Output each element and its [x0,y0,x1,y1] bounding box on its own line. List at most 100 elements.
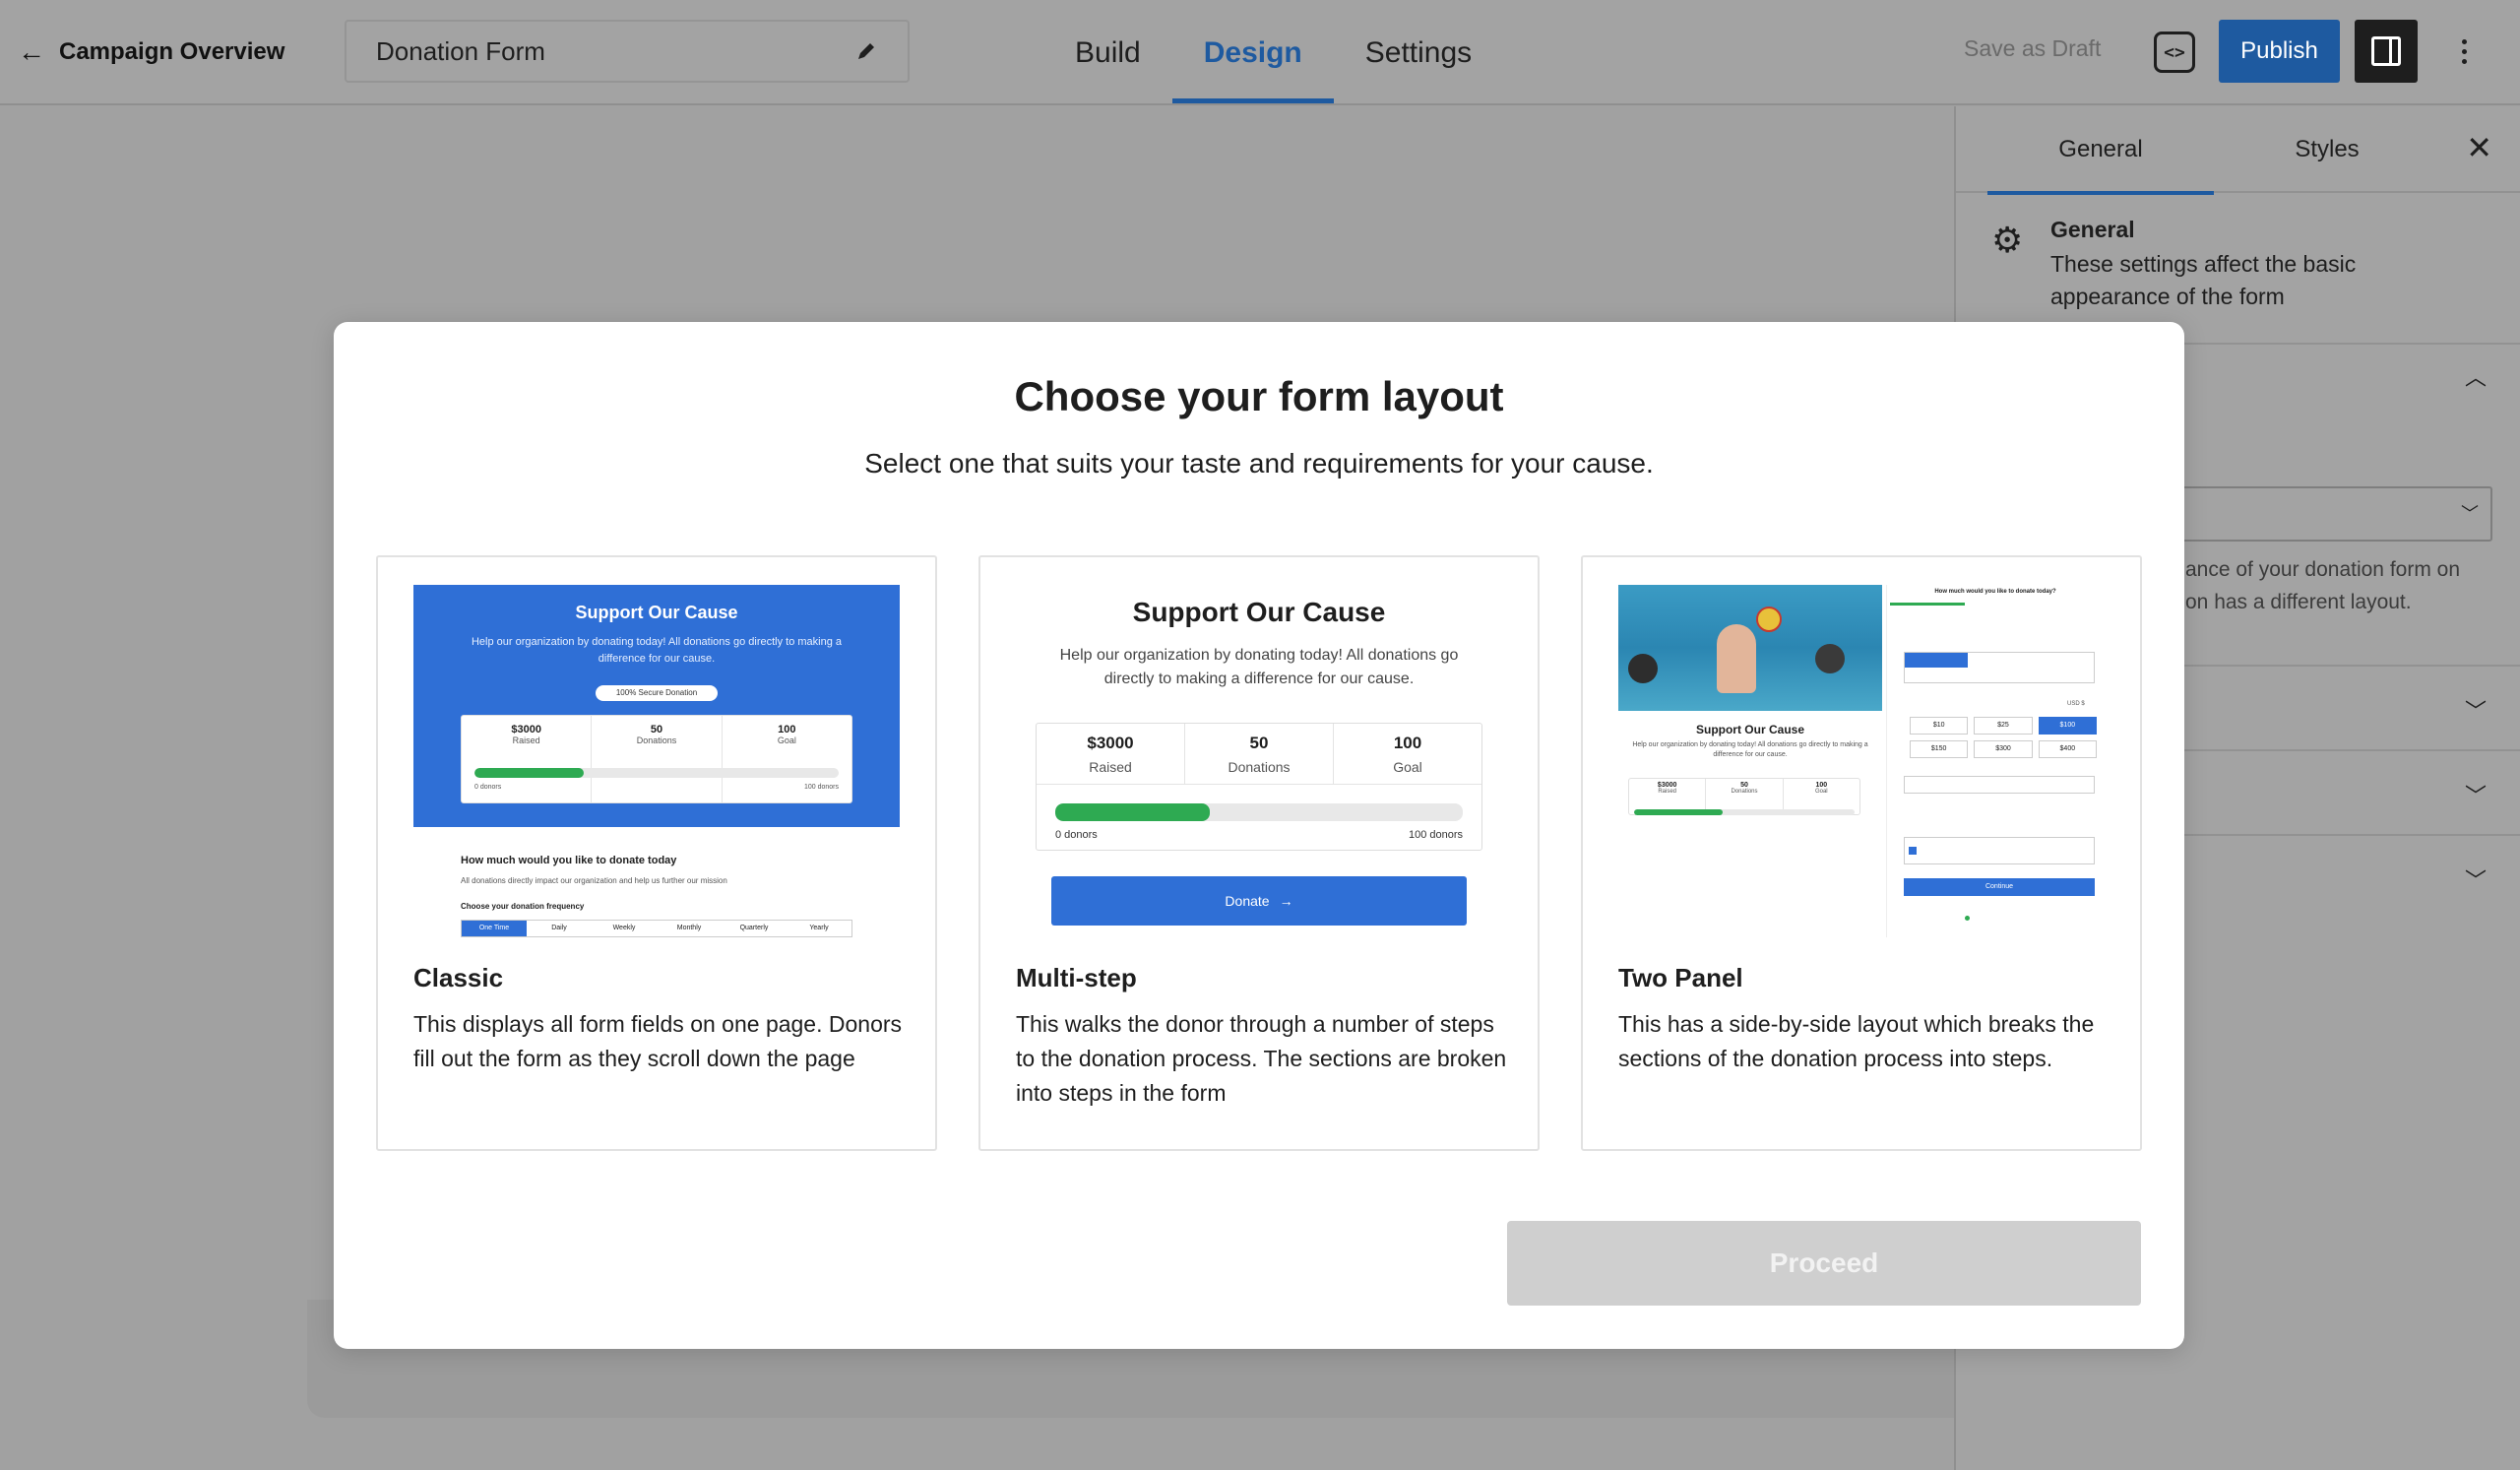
back-to-campaign-link[interactable]: ← Campaign Overview [18,33,284,71]
freq-option: Daily [551,925,567,931]
sidebar-tab-general-label: General [2058,136,2143,162]
modal-subtitle: Select one that suits your taste and req… [864,448,1654,479]
preview-donate-button: Donate → [1051,876,1467,926]
stat-value: 100 [1815,782,1828,789]
stat-value: $3000 [1657,782,1677,789]
stat-value: 100 [1393,734,1422,752]
chevron-down-icon: ﹀ [2461,504,2479,524]
pencil-icon[interactable] [854,39,878,63]
preview-freq-options: One Time Daily Weekly Monthly Quarterly … [461,920,852,937]
sidebar-tab-styles[interactable]: Styles [2214,106,2440,193]
card-description: This displays all form fields on one pag… [413,1011,903,1071]
currency-select: USD $ [2067,701,2085,707]
custom-amount-field [1904,776,2095,794]
publish-button[interactable]: Publish [2219,20,2340,83]
card-name: Classic [413,963,504,992]
save-as-draft-button[interactable]: Save as Draft [1964,35,2101,62]
layout-card-multi-step[interactable]: Support Our Cause Help our organization … [978,555,1540,1151]
sidebar-tabs: General Styles ✕ [1956,106,2520,195]
panel-icon [2371,36,2401,66]
amount-option: $25 [1974,717,2033,735]
bar-left-label: 0 donors [474,784,502,791]
close-icon[interactable]: ✕ [2466,132,2492,163]
card-name: Two Panel [1618,963,1743,992]
two-panel-preview-image: Support Our Cause Help our organization … [1618,585,2105,937]
preview-text: Help our organization by donating today!… [1632,741,1868,758]
tab-build-label: Build [1075,35,1141,69]
preview-continue-button: Continue [1904,878,2095,896]
proceed-button[interactable]: Proceed [1507,1221,2141,1306]
form-title: Donation Form [376,35,545,66]
layout-description: ance of your donation form on on has a d… [2185,558,2461,613]
bar-right-label: 100 donors [803,784,839,791]
preview-progress-bar [1634,809,1855,815]
stat-value: $3000 [511,724,541,735]
layout-card-two-panel[interactable]: Support Our Cause Help our organization … [1581,555,2142,1151]
tab-settings[interactable]: Settings [1334,0,1503,105]
preview-text: Help our organization by donating today!… [471,636,843,665]
card-description: This has a side-by-side layout which bre… [1618,1011,2095,1071]
preview-text: Help our organization by donating today!… [1059,647,1459,687]
layout-select[interactable]: ﹀ [2166,486,2492,542]
tab-design[interactable]: Design [1171,0,1334,105]
arrow-right-icon: → [1279,893,1293,909]
stat-label: Goal [1814,789,1828,795]
layout-modal: Choose your form layout Select one that … [334,322,2184,1349]
cover-fees-box [1904,837,2095,864]
code-view-icon[interactable]: <> [2154,32,2195,73]
preview-progress-bar [474,768,839,778]
amount-option: $150 [1910,740,1969,758]
preview-stat: 100 Goal [1334,724,1481,785]
arrow-left-icon: ← [18,36,45,67]
chevron-down-icon[interactable]: ﹀ [2465,863,2487,895]
stat-label: Raised [1658,789,1676,795]
preview-title: Support Our Cause [575,603,738,622]
freq-option: Monthly [676,925,702,931]
sidebar-toggle-button[interactable] [2355,20,2418,83]
form-title-field[interactable]: Donation Form [345,20,910,83]
step-indicator [1890,603,1965,606]
tab-build[interactable]: Build [1043,0,1172,105]
more-options-icon[interactable] [2449,28,2479,75]
modal-title: Choose your form layout [1014,373,1504,419]
preview-question-sub: All donations directly impact our organi… [461,876,727,885]
stat-value: 50 [1740,782,1748,789]
chevron-down-icon[interactable]: ﹀ [2465,779,2487,810]
bar-right-label: 100 donors [1408,829,1463,841]
preview-title: Support Our Cause [1132,597,1386,627]
stat-label: Donations [1731,789,1758,795]
stat-label: Goal [777,735,796,745]
stat-label: Goal [1393,759,1422,775]
stat-value: 50 [1249,734,1269,752]
sidebar-tab-general[interactable]: General [1987,106,2214,195]
preview-stats: $3000 Raised 50 Donations 100 Goal [461,715,852,803]
preview-freq-label: Choose your donation frequency [461,902,585,911]
amount-grid: $10 $25 $100 $150 $300 $400 [1910,717,2097,758]
frequency-grid [1904,652,2095,683]
freq-option: Quarterly [739,925,769,931]
amount-option-selected: $100 [2038,717,2097,735]
classic-preview-image: Support Our Cause Help our organization … [413,585,900,937]
stat-value: $3000 [1087,734,1134,752]
chevron-down-icon[interactable]: ﹀ [2465,694,2487,726]
chevron-up-icon[interactable]: ︿ [2465,360,2487,392]
freq-option: Yearly [809,925,829,931]
sidebar-tab-styles-label: Styles [2295,136,2360,162]
preview-secure-badge: 100% Secure Donation [596,685,718,701]
stat-label: Raised [1089,759,1132,775]
preview-stat: $3000 Raised [1037,724,1185,785]
gear-icon: ⚙ [1991,220,2024,260]
amount-option: $10 [1910,717,1969,735]
donate-label: Donate [1225,893,1270,909]
amount-option: $400 [2038,740,2097,758]
multi-step-preview-image: Support Our Cause Help our organization … [1016,585,1502,937]
editor-tabs: Build Design Settings [1043,0,1503,105]
water-polo-photo [1618,585,1882,711]
stat-label: Raised [512,735,540,745]
card-name: Multi-step [1016,963,1137,992]
tab-settings-label: Settings [1364,35,1473,69]
back-label: Campaign Overview [59,38,285,65]
tab-design-label: Design [1203,35,1302,69]
preview-question: How much would you like to donate today [461,855,677,866]
layout-card-classic[interactable]: Support Our Cause Help our organization … [376,555,937,1151]
